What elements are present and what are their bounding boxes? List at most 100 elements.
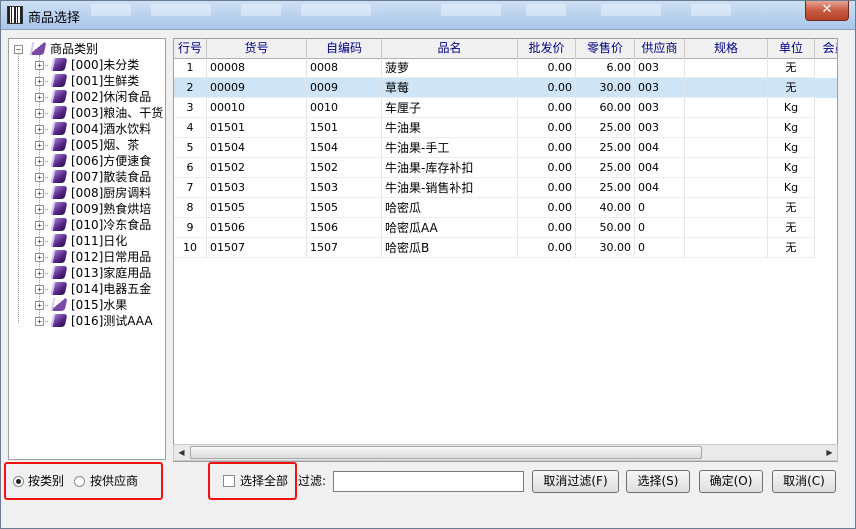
expand-icon[interactable]: + xyxy=(35,301,44,310)
expand-icon[interactable]: + xyxy=(35,269,44,278)
table-row[interactable]: 3 00010 0010 车厘子 0.00 60.00 003 Kg xyxy=(174,98,837,118)
tree-root-label: 商品类别 xyxy=(50,42,99,56)
expand-icon[interactable]: + xyxy=(35,317,44,326)
table-cell: 车厘子 xyxy=(382,98,518,118)
table-cell xyxy=(685,78,768,98)
table-cell: 牛油果 xyxy=(382,118,518,138)
tree-item-label: [014]电器五金 xyxy=(71,282,152,296)
expand-icon[interactable]: + xyxy=(35,285,44,294)
scroll-right-icon[interactable]: ▶ xyxy=(822,445,837,460)
expand-icon[interactable]: + xyxy=(35,61,44,70)
cancel-button[interactable]: 取消(C) xyxy=(772,470,836,493)
filter-label: 过滤: xyxy=(298,474,327,488)
table-cell: 0.00 xyxy=(518,78,576,98)
collapse-icon[interactable]: − xyxy=(14,45,23,54)
expand-icon[interactable]: + xyxy=(35,173,44,182)
column-header[interactable]: 行号 xyxy=(174,39,207,58)
column-header[interactable]: 零售价 xyxy=(576,39,635,58)
book-icon xyxy=(50,250,68,263)
expand-icon[interactable]: + xyxy=(35,125,44,134)
expand-icon[interactable]: + xyxy=(35,93,44,102)
expand-icon[interactable]: + xyxy=(35,205,44,214)
radio-by-supplier[interactable] xyxy=(74,476,85,487)
filter-input[interactable] xyxy=(333,471,524,492)
expand-icon[interactable]: + xyxy=(35,189,44,198)
table-cell: 004 xyxy=(635,178,685,198)
expand-icon[interactable]: + xyxy=(35,157,44,166)
column-header[interactable]: 品名 xyxy=(382,39,518,58)
table-cell: 01505 xyxy=(207,198,307,218)
table-row[interactable]: 7 01503 1503 牛油果-销售补扣 0.00 25.00 004 Kg xyxy=(174,178,837,198)
table-cell: 00010 xyxy=(207,98,307,118)
table-cell: 牛油果-库存补扣 xyxy=(382,158,518,178)
table-cell: 0 xyxy=(635,218,685,238)
table-row[interactable]: 6 01502 1502 牛油果-库存补扣 0.00 25.00 004 Kg xyxy=(174,158,837,178)
column-header[interactable]: 单位 xyxy=(768,39,815,58)
table-cell: 01507 xyxy=(207,238,307,258)
scrollbar-thumb[interactable] xyxy=(190,446,702,459)
column-header[interactable]: 规格 xyxy=(685,39,768,58)
table-cell: 00008 xyxy=(207,58,307,78)
tree-item-label: [007]散装食品 xyxy=(71,170,152,184)
table-cell: 0.00 xyxy=(518,158,576,178)
table-cell: 00009 xyxy=(207,78,307,98)
table-cell xyxy=(685,58,768,78)
book-icon xyxy=(50,170,68,183)
table-cell: 哈密瓜AA xyxy=(382,218,518,238)
select-button[interactable]: 选择(S) xyxy=(626,470,690,493)
column-header[interactable]: 会员 xyxy=(815,39,837,58)
table-cell: 0.00 xyxy=(518,98,576,118)
table-cell: 无 xyxy=(768,198,815,218)
select-all-checkbox[interactable] xyxy=(223,475,235,487)
book-icon xyxy=(50,186,68,199)
book-icon xyxy=(50,106,68,119)
column-header[interactable]: 自编码 xyxy=(307,39,382,58)
expand-icon[interactable]: + xyxy=(35,77,44,86)
table-row[interactable]: 5 01504 1504 牛油果-手工 0.00 25.00 004 Kg xyxy=(174,138,837,158)
table-cell: 01501 xyxy=(207,118,307,138)
tree-item-label: [003]粮油、干货 xyxy=(71,106,164,120)
expand-icon[interactable]: + xyxy=(35,109,44,118)
table-cell: 01503 xyxy=(207,178,307,198)
table-cell: 草莓 xyxy=(382,78,518,98)
table-row[interactable]: 8 01505 1505 哈密瓜 0.00 40.00 0 无 xyxy=(174,198,837,218)
table-row[interactable]: 2 00009 0009 草莓 0.00 30.00 003 无 xyxy=(174,78,837,98)
select-all-label[interactable]: 选择全部 xyxy=(240,474,288,488)
table-row[interactable]: 4 01501 1501 牛油果 0.00 25.00 003 Kg xyxy=(174,118,837,138)
table-cell: 无 xyxy=(768,238,815,258)
expand-icon[interactable]: + xyxy=(35,237,44,246)
book-icon xyxy=(50,234,68,247)
expand-icon[interactable]: + xyxy=(35,253,44,262)
column-header[interactable]: 供应商 xyxy=(635,39,685,58)
table-row[interactable]: 1 00008 0008 菠萝 0.00 6.00 003 无 xyxy=(174,58,837,78)
title-bar[interactable]: 商品选择 ✕ xyxy=(1,1,855,30)
grid-header: 行号货号自编码品名批发价零售价供应商规格单位会员 xyxy=(174,39,837,59)
horizontal-scrollbar[interactable]: ◀ ▶ xyxy=(173,444,838,461)
tree-item-label: [001]生鲜类 xyxy=(71,74,140,88)
expand-icon[interactable]: + xyxy=(35,221,44,230)
table-cell: 01504 xyxy=(207,138,307,158)
table-row[interactable]: 9 01506 1506 哈密瓜AA 0.00 50.00 0 无 xyxy=(174,218,837,238)
book-icon xyxy=(50,314,68,327)
cancel-filter-button[interactable]: 取消过滤(F) xyxy=(532,470,619,493)
table-cell: 003 xyxy=(635,98,685,118)
close-button[interactable]: ✕ xyxy=(805,1,849,21)
product-grid[interactable]: 行号货号自编码品名批发价零售价供应商规格单位会员 1000080008菠萝0.0… xyxy=(173,38,838,462)
table-cell: 30.00 xyxy=(576,78,635,98)
radio-by-category-label[interactable]: 按类别 xyxy=(28,474,64,488)
table-cell: 0.00 xyxy=(518,238,576,258)
table-row[interactable]: 10 01507 1507 哈密瓜B 0.00 30.00 0 无 xyxy=(174,238,837,258)
ok-button[interactable]: 确定(O) xyxy=(699,470,763,493)
radio-by-category[interactable] xyxy=(13,476,24,487)
table-cell: 0 xyxy=(635,238,685,258)
column-header[interactable]: 货号 xyxy=(207,39,307,58)
book-icon xyxy=(50,122,68,135)
radio-by-supplier-label[interactable]: 按供应商 xyxy=(90,474,138,488)
table-cell: 01502 xyxy=(207,158,307,178)
expand-icon[interactable]: + xyxy=(35,141,44,150)
category-tree[interactable]: − 商品类别 + [000]未分类 + [001]生鲜类 + [002]休闲食品 + [003… xyxy=(8,38,166,460)
scroll-left-icon[interactable]: ◀ xyxy=(174,445,189,460)
table-cell: 1504 xyxy=(307,138,382,158)
tree-item-label: [009]熟食烘培 xyxy=(71,202,152,216)
column-header[interactable]: 批发价 xyxy=(518,39,576,58)
